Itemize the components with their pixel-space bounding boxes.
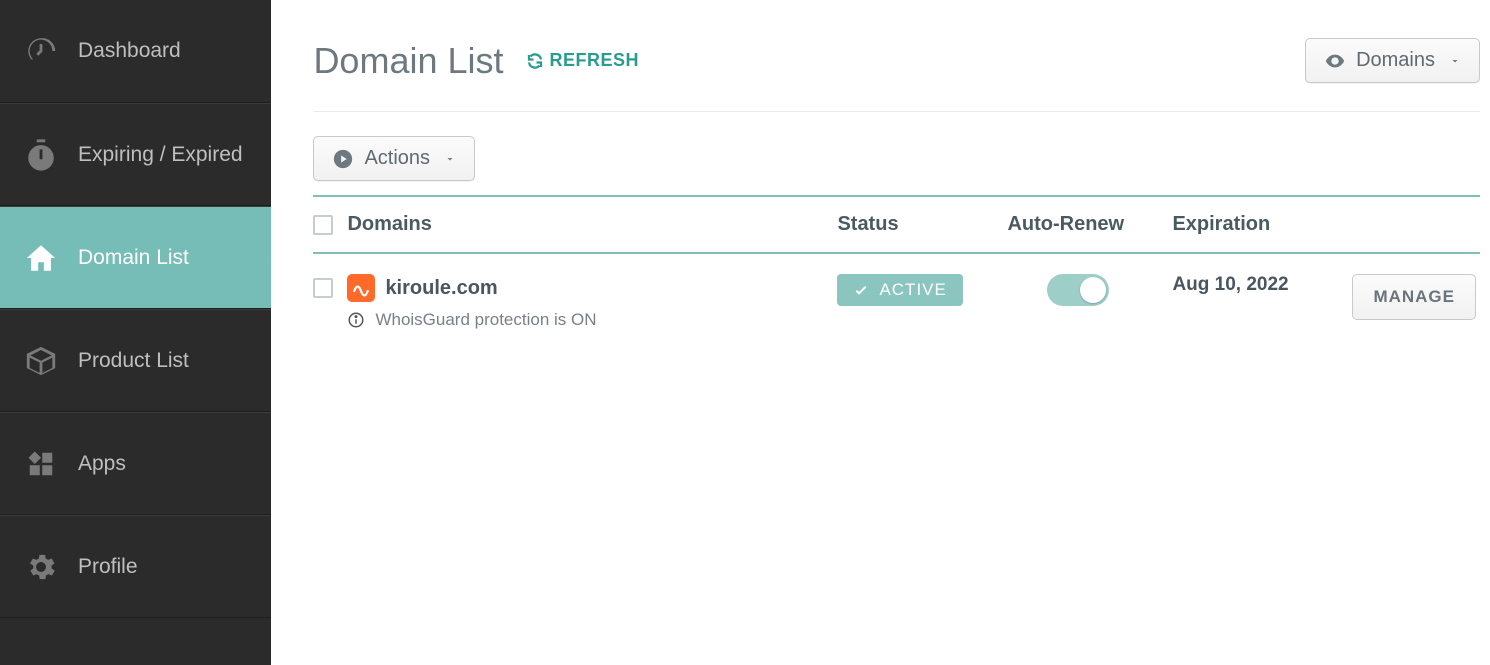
sidebar-item-label: Expiring / Expired <box>78 143 243 167</box>
gauge-icon <box>22 32 60 70</box>
status-badge: ACTIVE <box>837 274 962 306</box>
column-header-auto-renew[interactable]: Auto-Renew <box>1007 213 1172 236</box>
sidebar-item-label: Profile <box>78 555 138 579</box>
auto-renew-toggle[interactable] <box>1047 274 1109 306</box>
caret-down-icon <box>1449 55 1461 67</box>
sidebar-item-label: Apps <box>78 452 126 476</box>
actions-bar: Actions <box>313 112 1480 195</box>
sidebar-item-label: Dashboard <box>78 39 181 63</box>
box-icon <box>22 342 60 380</box>
domains-dropdown-label: Domains <box>1356 49 1435 72</box>
page-header: Domain List REFRESH Domains <box>313 38 1480 112</box>
table-header: Domains Status Auto-Renew Expiration <box>313 195 1480 254</box>
domains-dropdown-button[interactable]: Domains <box>1305 38 1480 83</box>
actions-dropdown-button[interactable]: Actions <box>313 136 475 181</box>
sidebar-item-expiring[interactable]: Expiring / Expired <box>0 103 271 206</box>
domain-name[interactable]: kiroule.com <box>385 277 497 300</box>
info-icon <box>347 311 365 329</box>
status-label: ACTIVE <box>879 280 946 300</box>
column-header-domains[interactable]: Domains <box>347 213 837 236</box>
caret-down-icon <box>444 153 456 165</box>
play-circle-icon <box>332 148 354 170</box>
select-all-checkbox[interactable] <box>313 215 333 235</box>
sidebar-item-profile[interactable]: Profile <box>0 515 271 618</box>
domain-favicon <box>347 274 375 302</box>
eye-icon <box>1324 50 1346 72</box>
whois-text: WhoisGuard protection is ON <box>375 310 596 330</box>
gear-icon <box>22 548 60 586</box>
refresh-button[interactable]: REFRESH <box>526 50 640 71</box>
expiration-date: Aug 10, 2022 <box>1172 274 1288 295</box>
sidebar-item-domain-list[interactable]: Domain List <box>0 206 271 309</box>
refresh-label: REFRESH <box>550 50 640 71</box>
sidebar-item-dashboard[interactable]: Dashboard <box>0 0 271 103</box>
apps-icon <box>22 445 60 483</box>
row-checkbox[interactable] <box>313 278 333 298</box>
main-content: Domain List REFRESH Domains Actions <box>271 0 1490 665</box>
home-icon <box>22 239 60 277</box>
manage-button[interactable]: MANAGE <box>1352 274 1476 320</box>
actions-label: Actions <box>364 147 430 170</box>
table-row: kiroule.com WhoisGuard protection is ON … <box>313 254 1480 336</box>
page-title: Domain List <box>313 40 503 82</box>
stopwatch-icon <box>22 136 60 174</box>
check-icon <box>853 282 869 298</box>
sidebar: Dashboard Expiring / Expired Domain List… <box>0 0 271 665</box>
refresh-icon <box>526 52 544 70</box>
sidebar-item-apps[interactable]: Apps <box>0 412 271 515</box>
sidebar-item-label: Domain List <box>78 246 189 270</box>
column-header-status[interactable]: Status <box>837 213 1007 236</box>
sidebar-item-label: Product List <box>78 349 189 373</box>
sidebar-item-product-list[interactable]: Product List <box>0 309 271 412</box>
column-header-expiration[interactable]: Expiration <box>1172 213 1352 236</box>
